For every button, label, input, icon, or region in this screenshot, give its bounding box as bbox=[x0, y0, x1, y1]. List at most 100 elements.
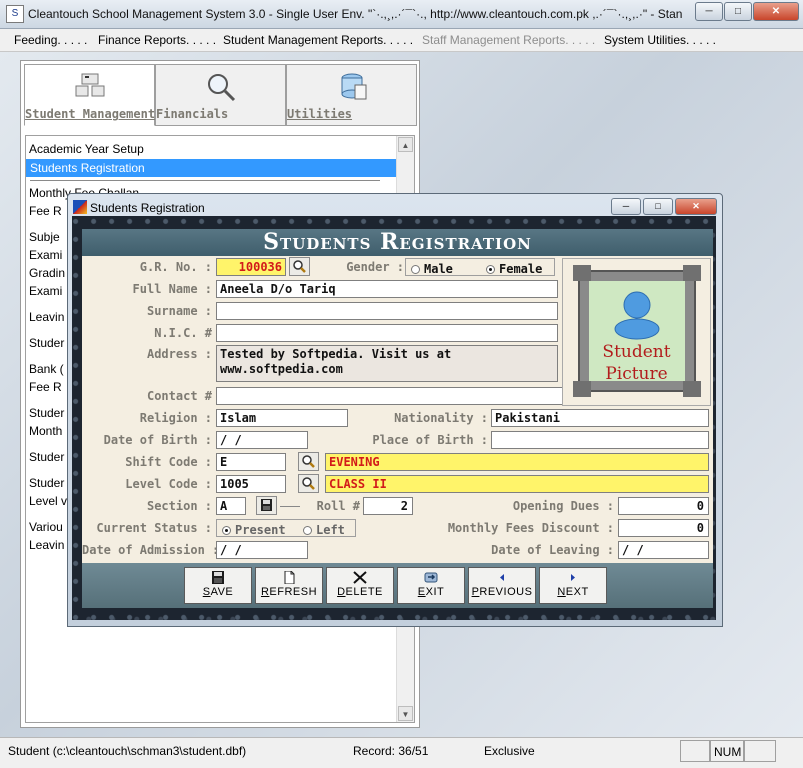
shift-search-button[interactable] bbox=[298, 452, 319, 471]
dialog-minimize-button[interactable]: ─ bbox=[611, 198, 641, 215]
nav-item[interactable]: Leavin bbox=[29, 538, 64, 552]
picture-caption-line-1: Student bbox=[602, 342, 671, 362]
nav-item[interactable]: Studer bbox=[29, 450, 64, 464]
religion-label: Religion : bbox=[139, 411, 212, 425]
nav-item-academic-year-setup[interactable]: Academic Year Setup bbox=[29, 142, 144, 156]
refresh-label: REFRESH bbox=[260, 586, 318, 598]
nic-field[interactable] bbox=[216, 324, 558, 342]
gr-no-search-button[interactable] bbox=[289, 257, 310, 276]
nav-item[interactable]: Exami bbox=[29, 284, 62, 298]
nav-item-label: Students Registration bbox=[30, 161, 145, 175]
divider bbox=[30, 180, 380, 181]
nav-item-students-registration[interactable]: Students Registration bbox=[26, 159, 397, 177]
utilities-icon bbox=[341, 73, 366, 100]
religion-field[interactable]: Islam bbox=[216, 409, 348, 427]
nav-item[interactable]: Month bbox=[29, 424, 62, 438]
nav-item[interactable]: Exami bbox=[29, 248, 62, 262]
previous-button[interactable]: PREVIOUS bbox=[468, 567, 536, 604]
surname-field[interactable] bbox=[216, 302, 558, 320]
magnifier-icon bbox=[207, 74, 235, 102]
student-management-icon bbox=[75, 73, 104, 97]
address-field[interactable]: Tested by Softpedia. Visit us at www.sof… bbox=[216, 345, 558, 382]
gr-no-field[interactable]: 100036 bbox=[216, 258, 286, 276]
delete-button[interactable]: DELETE bbox=[326, 567, 394, 604]
monthly-fees-discount-field[interactable]: 0 bbox=[618, 519, 709, 537]
nav-item[interactable]: Studer bbox=[29, 406, 64, 420]
shift-name-field: EVENING bbox=[325, 453, 709, 471]
student-picture[interactable]: Student Picture bbox=[562, 258, 711, 406]
opening-dues-field[interactable]: 0 bbox=[618, 497, 709, 515]
nav-item[interactable]: Studer bbox=[29, 336, 64, 350]
gr-no-label: G.R. No. : bbox=[139, 260, 212, 274]
roll-field[interactable]: 2 bbox=[363, 497, 413, 515]
gender-female-radio[interactable]: Female bbox=[486, 262, 542, 276]
tab-student-management[interactable]: Student Management bbox=[24, 64, 155, 126]
shift-code-field[interactable]: E bbox=[216, 453, 286, 471]
minimize-button[interactable]: ─ bbox=[695, 2, 723, 21]
nav-item[interactable]: Variou bbox=[29, 520, 63, 534]
section-save-button[interactable] bbox=[256, 496, 277, 515]
dialog-close-button[interactable]: ✕ bbox=[675, 198, 717, 215]
status-left-label: Left bbox=[316, 523, 345, 537]
close-button[interactable]: ✕ bbox=[753, 2, 799, 21]
window-title: Cleantouch School Management System 3.0 … bbox=[28, 7, 683, 21]
menu-finance-reports[interactable]: Finance Reports. . . . . bbox=[98, 33, 216, 47]
date-of-admission-field[interactable]: / / bbox=[216, 541, 308, 559]
next-button[interactable]: NEXT bbox=[539, 567, 607, 604]
nav-item[interactable]: Level v bbox=[29, 494, 67, 508]
place-of-birth-field[interactable] bbox=[491, 431, 709, 449]
menu-staff-management-reports[interactable]: Staff Management Reports. . . . . bbox=[422, 33, 595, 47]
menu-feeding[interactable]: Feeding. . . . . bbox=[14, 33, 87, 47]
dialog-maximize-button[interactable]: □ bbox=[643, 198, 673, 215]
save-button[interactable]: SAVE bbox=[184, 567, 252, 604]
floppy-icon bbox=[261, 499, 272, 511]
level-search-button[interactable] bbox=[298, 474, 319, 493]
dialog-title: Students Registration bbox=[90, 201, 205, 215]
section-roll-connector bbox=[280, 506, 300, 507]
menu-system-utilities[interactable]: System Utilities. . . . . bbox=[604, 33, 716, 47]
date-of-leaving-field[interactable]: / / bbox=[618, 541, 709, 559]
maximize-button[interactable]: □ bbox=[724, 2, 752, 21]
status-table-path: Student (c:\cleantouch\schman3\student.d… bbox=[8, 744, 247, 758]
search-icon bbox=[293, 260, 306, 273]
nav-item[interactable]: Bank ( bbox=[29, 362, 64, 376]
nationality-field[interactable]: Pakistani bbox=[491, 409, 709, 427]
status-caps bbox=[680, 740, 710, 762]
search-icon bbox=[302, 455, 315, 468]
refresh-button[interactable]: REFRESH bbox=[255, 567, 323, 604]
scroll-down-icon[interactable]: ▼ bbox=[398, 706, 413, 721]
status-radio-group: Present Left bbox=[216, 519, 356, 537]
tab-financials[interactable]: Financials bbox=[155, 64, 286, 126]
level-code-field[interactable]: 1005 bbox=[216, 475, 286, 493]
form-footer: SAVE REFRESH DELETE EXIT PREVIOUS NEXT bbox=[82, 563, 713, 608]
menu-bar: Feeding. . . . . Finance Reports. . . . … bbox=[0, 29, 803, 52]
full-name-field[interactable]: Aneela D/o Tariq bbox=[216, 280, 558, 298]
status-num: NUM bbox=[710, 740, 744, 762]
app-icon[interactable]: S bbox=[6, 5, 24, 23]
nav-item[interactable]: Fee R bbox=[29, 380, 62, 394]
status-record: Record: 36/51 bbox=[353, 744, 429, 758]
date-of-admission-label: Date of Admission : bbox=[82, 543, 220, 557]
date-of-birth-label: Date of Birth : bbox=[103, 433, 212, 447]
menu-student-management-reports[interactable]: Student Management Reports. . . . . bbox=[223, 33, 413, 47]
section-field[interactable]: A bbox=[216, 497, 246, 515]
status-present-radio[interactable]: Present bbox=[222, 523, 286, 537]
save-icon bbox=[212, 571, 224, 584]
tab-utilities[interactable]: Utilities bbox=[286, 64, 417, 126]
scroll-up-icon[interactable]: ▲ bbox=[398, 137, 413, 152]
nav-item[interactable]: Leavin bbox=[29, 310, 64, 324]
nav-item[interactable]: Gradin bbox=[29, 266, 65, 280]
status-left-radio[interactable]: Left bbox=[303, 523, 345, 537]
date-of-birth-field[interactable]: / / bbox=[216, 431, 308, 449]
refresh-icon bbox=[284, 571, 295, 584]
nav-item[interactable]: Fee R bbox=[29, 204, 62, 218]
roll-label: Roll # bbox=[316, 499, 360, 513]
current-status-label: Current Status : bbox=[96, 521, 212, 535]
exit-button[interactable]: EXIT bbox=[397, 567, 465, 604]
next-icon bbox=[571, 574, 575, 581]
nav-item[interactable]: Studer bbox=[29, 476, 64, 490]
gender-male-radio[interactable]: Male bbox=[411, 262, 453, 276]
shift-code-label: Shift Code : bbox=[125, 455, 212, 469]
gender-female-label: Female bbox=[499, 262, 543, 276]
nav-item[interactable]: Subje bbox=[29, 230, 60, 244]
